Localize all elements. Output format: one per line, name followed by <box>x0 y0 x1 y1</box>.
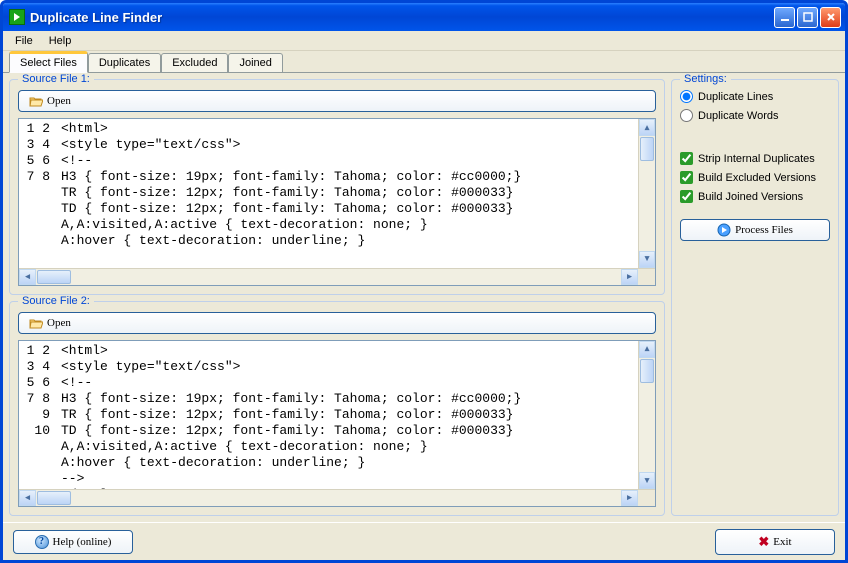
source-1-legend: Source File 1: <box>18 73 94 85</box>
open-button-label: Open <box>47 95 71 107</box>
titlebar: Duplicate Line Finder <box>3 3 845 31</box>
tabstrip: Select Files Duplicates Excluded Joined <box>3 51 845 73</box>
check-build-excluded[interactable]: Build Excluded Versions <box>680 171 830 184</box>
source-2-gutter: 1 2 3 4 5 6 7 8 9 10 <box>19 341 57 507</box>
vscroll-thumb[interactable] <box>640 137 654 161</box>
bottom-bar: ? Help (online) ✖ Exit <box>3 522 845 560</box>
source-1-hscrollbar[interactable]: ◂ ▸ <box>19 268 655 285</box>
check-excluded-input[interactable] <box>680 171 693 184</box>
app-window: Duplicate Line Finder File Help Select F… <box>0 0 848 563</box>
tab-excluded[interactable]: Excluded <box>161 53 228 72</box>
open-file-1-button[interactable]: Open <box>18 90 656 112</box>
source-1-code[interactable]: <html> <style type="text/css"> <!-- H3 {… <box>57 119 655 285</box>
tab-joined[interactable]: Joined <box>228 53 282 72</box>
app-icon <box>9 9 25 25</box>
folder-open-icon <box>29 94 43 108</box>
hscroll-thumb[interactable] <box>37 270 71 284</box>
maximize-button[interactable] <box>797 7 818 28</box>
minimize-button[interactable] <box>774 7 795 28</box>
arrow-right-circle-icon <box>717 223 731 237</box>
check-build-joined[interactable]: Build Joined Versions <box>680 190 830 203</box>
check-joined-input[interactable] <box>680 190 693 203</box>
help-online-button[interactable]: ? Help (online) <box>13 530 133 554</box>
help-icon: ? <box>35 535 49 549</box>
source-2-editor[interactable]: 1 2 3 4 5 6 7 8 9 10 <html> <style type=… <box>18 340 656 508</box>
x-icon: ✖ <box>758 534 769 550</box>
radio-duplicate-lines-input[interactable] <box>680 90 693 103</box>
hscroll-thumb[interactable] <box>37 491 71 505</box>
open-button-label: Open <box>47 317 71 329</box>
open-file-2-button[interactable]: Open <box>18 312 656 334</box>
scroll-right-icon[interactable]: ▸ <box>621 490 638 506</box>
window-title: Duplicate Line Finder <box>30 10 774 25</box>
check-strip-input[interactable] <box>680 152 693 165</box>
scroll-up-icon[interactable]: ▴ <box>639 341 655 358</box>
vscroll-thumb[interactable] <box>640 359 654 383</box>
scroll-down-icon[interactable]: ▾ <box>639 472 655 489</box>
check-strip-internal[interactable]: Strip Internal Duplicates <box>680 152 830 165</box>
menubar: File Help <box>3 31 845 51</box>
settings-legend: Settings: <box>680 73 731 85</box>
scroll-left-icon[interactable]: ◂ <box>19 490 36 506</box>
scroll-up-icon[interactable]: ▴ <box>639 119 655 136</box>
scroll-down-icon[interactable]: ▾ <box>639 251 655 268</box>
radio-duplicate-lines[interactable]: Duplicate Lines <box>680 90 830 103</box>
source-2-hscrollbar[interactable]: ◂ ▸ <box>19 489 655 506</box>
close-button[interactable] <box>820 7 841 28</box>
tab-duplicates[interactable]: Duplicates <box>88 53 161 72</box>
radio-duplicate-words-input[interactable] <box>680 109 693 122</box>
process-files-button[interactable]: Process Files <box>680 219 830 241</box>
radio-duplicate-words[interactable]: Duplicate Words <box>680 109 830 122</box>
folder-open-icon <box>29 316 43 330</box>
tab-select-files[interactable]: Select Files <box>9 51 88 73</box>
source-1-editor[interactable]: 1 2 3 4 5 6 7 8 <html> <style type="text… <box>18 118 656 286</box>
source-1-gutter: 1 2 3 4 5 6 7 8 <box>19 119 57 285</box>
source-2-legend: Source File 2: <box>18 295 94 307</box>
exit-button[interactable]: ✖ Exit <box>715 529 835 555</box>
scroll-right-icon[interactable]: ▸ <box>621 269 638 285</box>
settings-group: Settings: Duplicate Lines Duplicate Word… <box>671 79 839 516</box>
source-file-1-group: Source File 1: Open 1 2 3 4 5 6 7 8 <htm… <box>9 79 665 295</box>
source-file-2-group: Source File 2: Open 1 2 3 4 5 6 7 8 9 10… <box>9 301 665 517</box>
source-1-vscrollbar[interactable]: ▴ ▾ <box>638 119 655 268</box>
scroll-left-icon[interactable]: ◂ <box>19 269 36 285</box>
source-2-code[interactable]: <html> <style type="text/css"> <!-- H3 {… <box>57 341 655 507</box>
source-2-vscrollbar[interactable]: ▴ ▾ <box>638 341 655 490</box>
menu-file[interactable]: File <box>7 33 41 49</box>
menu-help[interactable]: Help <box>41 33 80 49</box>
